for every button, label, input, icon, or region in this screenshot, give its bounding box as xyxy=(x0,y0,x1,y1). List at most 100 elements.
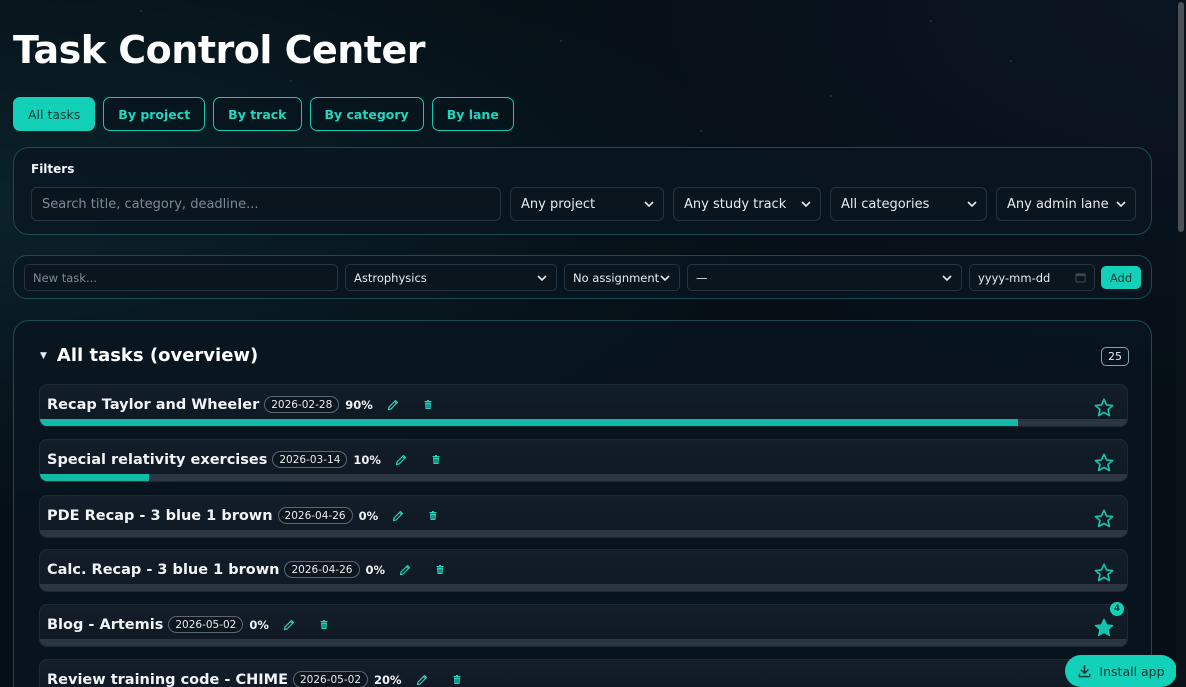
trash-icon[interactable] xyxy=(429,453,443,467)
tab-by-project[interactable]: By project xyxy=(103,97,206,131)
task-progress-percent: 0% xyxy=(249,617,269,632)
task-title: Review training code - CHIME xyxy=(47,671,288,687)
task-row-content: Recap Taylor and Wheeler 2026-02-28 90% xyxy=(47,396,435,413)
pencil-icon[interactable] xyxy=(391,509,405,523)
task-row[interactable]: Special relativity exercises 2026-03-14 10… xyxy=(39,439,1128,482)
pencil-icon[interactable] xyxy=(398,563,412,577)
pencil-icon[interactable] xyxy=(282,618,296,632)
task-progress-percent: 10% xyxy=(353,452,381,467)
progress-bar xyxy=(40,474,1127,481)
lane-filter-select[interactable]: Any admin lane xyxy=(996,187,1136,221)
new-task-date-input[interactable]: yyyy-mm-dd xyxy=(969,264,1095,291)
track-filter-select[interactable]: Any study track xyxy=(673,187,821,221)
chevron-down-icon xyxy=(537,274,547,281)
star-icon[interactable] xyxy=(1093,452,1115,474)
star-count-badge: 4 xyxy=(1110,602,1124,616)
trash-icon[interactable] xyxy=(421,398,435,412)
task-list-header[interactable]: ▼ All tasks (overview) xyxy=(40,345,258,366)
page-scrollbar[interactable] xyxy=(1176,0,1186,687)
project-filter-value: Any project xyxy=(521,196,596,212)
progress-bar-fill xyxy=(40,419,1019,426)
trash-icon[interactable] xyxy=(433,563,447,577)
task-deadline-badge: 2026-04-26 xyxy=(284,561,360,578)
progress-bar xyxy=(40,584,1127,591)
tab-by-category[interactable]: By category xyxy=(309,97,424,131)
task-row[interactable]: PDE Recap - 3 blue 1 brown 2026-04-26 0% xyxy=(39,495,1128,538)
pencil-icon[interactable] xyxy=(386,398,400,412)
tab-by-lane[interactable]: By lane xyxy=(431,97,514,131)
task-deadline-badge: 2026-05-02 xyxy=(292,671,369,687)
trash-icon[interactable] xyxy=(450,673,464,687)
progress-bar-fill xyxy=(40,474,149,481)
tab-all-tasks[interactable]: All tasks xyxy=(13,97,96,131)
pencil-icon[interactable] xyxy=(415,673,429,687)
chevron-down-icon xyxy=(801,201,811,208)
task-title: Special relativity exercises xyxy=(47,451,268,468)
search-input[interactable]: Search title, category, deadline... xyxy=(31,187,501,221)
track-filter-value: Any study track xyxy=(684,196,787,212)
add-task-button[interactable]: Add xyxy=(1101,266,1141,289)
new-task-placeholder: New task... xyxy=(33,270,97,285)
filters-panel: Filters Search title, category, deadline… xyxy=(13,147,1152,235)
chevron-down-icon xyxy=(942,274,952,281)
new-task-assignment-select[interactable]: No assignment xyxy=(564,264,680,291)
search-placeholder: Search title, category, deadline... xyxy=(42,196,259,212)
category-filter-value: All categories xyxy=(841,196,930,212)
new-task-bar: New task... Astrophysics No assignment —… xyxy=(13,255,1152,299)
progress-bar xyxy=(40,419,1127,426)
task-list-panel: ▼ All tasks (overview) 25 Recap Taylor a… xyxy=(13,320,1152,687)
chevron-down-icon xyxy=(1116,201,1126,208)
task-title: Blog - Artemis xyxy=(47,616,164,633)
task-progress-percent: 20% xyxy=(374,672,402,687)
task-row[interactable]: Blog - Artemis 2026-05-02 0% 4 xyxy=(39,602,1128,647)
filters-title: Filters xyxy=(31,162,75,176)
task-list-title: All tasks (overview) xyxy=(56,345,259,366)
star-icon[interactable] xyxy=(1093,508,1115,530)
view-tabs: All tasks By project By track By categor… xyxy=(13,97,514,131)
new-task-project-select[interactable]: Astrophysics xyxy=(345,264,557,291)
scrollbar-thumb[interactable] xyxy=(1178,2,1184,232)
category-filter-select[interactable]: All categories xyxy=(830,187,987,221)
chevron-down-icon xyxy=(660,274,670,281)
task-row[interactable]: Recap Taylor and Wheeler 2026-02-28 90% xyxy=(39,384,1128,427)
chevron-down-icon xyxy=(644,201,654,208)
star-icon[interactable] xyxy=(1093,562,1115,584)
progress-bar xyxy=(40,530,1127,537)
install-app-button[interactable]: Install app xyxy=(1065,655,1177,687)
task-count-badge: 25 xyxy=(1101,347,1129,366)
task-deadline-badge: 2026-03-14 xyxy=(272,451,348,468)
task-title: Recap Taylor and Wheeler xyxy=(47,396,260,413)
task-row-content: Special relativity exercises 2026-03-14 10… xyxy=(47,451,443,468)
new-task-project-value: Astrophysics xyxy=(354,270,427,285)
star-icon[interactable] xyxy=(1093,617,1115,639)
task-row-content: Blog - Artemis 2026-05-02 0% xyxy=(47,616,331,633)
task-progress-percent: 0% xyxy=(365,562,386,577)
task-title: PDE Recap - 3 blue 1 brown xyxy=(47,507,273,524)
progress-bar xyxy=(40,639,1127,646)
star-icon[interactable] xyxy=(1093,397,1115,419)
calendar-icon[interactable] xyxy=(1075,272,1086,283)
project-filter-select[interactable]: Any project xyxy=(510,187,664,221)
tab-by-track[interactable]: By track xyxy=(213,97,302,131)
task-progress-percent: 0% xyxy=(358,508,379,523)
new-task-date-placeholder: yyyy-mm-dd xyxy=(978,270,1051,285)
task-deadline-badge: 2026-02-28 xyxy=(264,396,340,413)
trash-icon[interactable] xyxy=(426,509,440,523)
task-title: Calc. Recap - 3 blue 1 brown xyxy=(47,561,280,578)
task-row-content: PDE Recap - 3 blue 1 brown 2026-04-26 0% xyxy=(47,507,440,524)
new-task-assignment-value: No assignment xyxy=(573,270,660,285)
new-task-extra-select[interactable]: — xyxy=(687,264,962,291)
trash-icon[interactable] xyxy=(317,618,331,632)
download-icon xyxy=(1079,664,1091,677)
task-deadline-badge: 2026-05-02 xyxy=(168,616,244,633)
chevron-down-icon xyxy=(967,201,977,208)
task-row[interactable]: Review training code - CHIME 2026-05-02 20… xyxy=(39,659,1128,687)
pencil-icon[interactable] xyxy=(394,453,408,467)
task-row[interactable]: Calc. Recap - 3 blue 1 brown 2026-04-26 0% xyxy=(39,549,1128,592)
task-deadline-badge: 2026-04-26 xyxy=(277,507,353,524)
task-progress-percent: 90% xyxy=(345,397,373,412)
caret-down-icon[interactable]: ▼ xyxy=(40,351,47,361)
task-row-content: Review training code - CHIME 2026-05-02 20… xyxy=(47,671,464,687)
lane-filter-value: Any admin lane xyxy=(1007,196,1109,212)
new-task-input[interactable]: New task... xyxy=(24,264,338,291)
